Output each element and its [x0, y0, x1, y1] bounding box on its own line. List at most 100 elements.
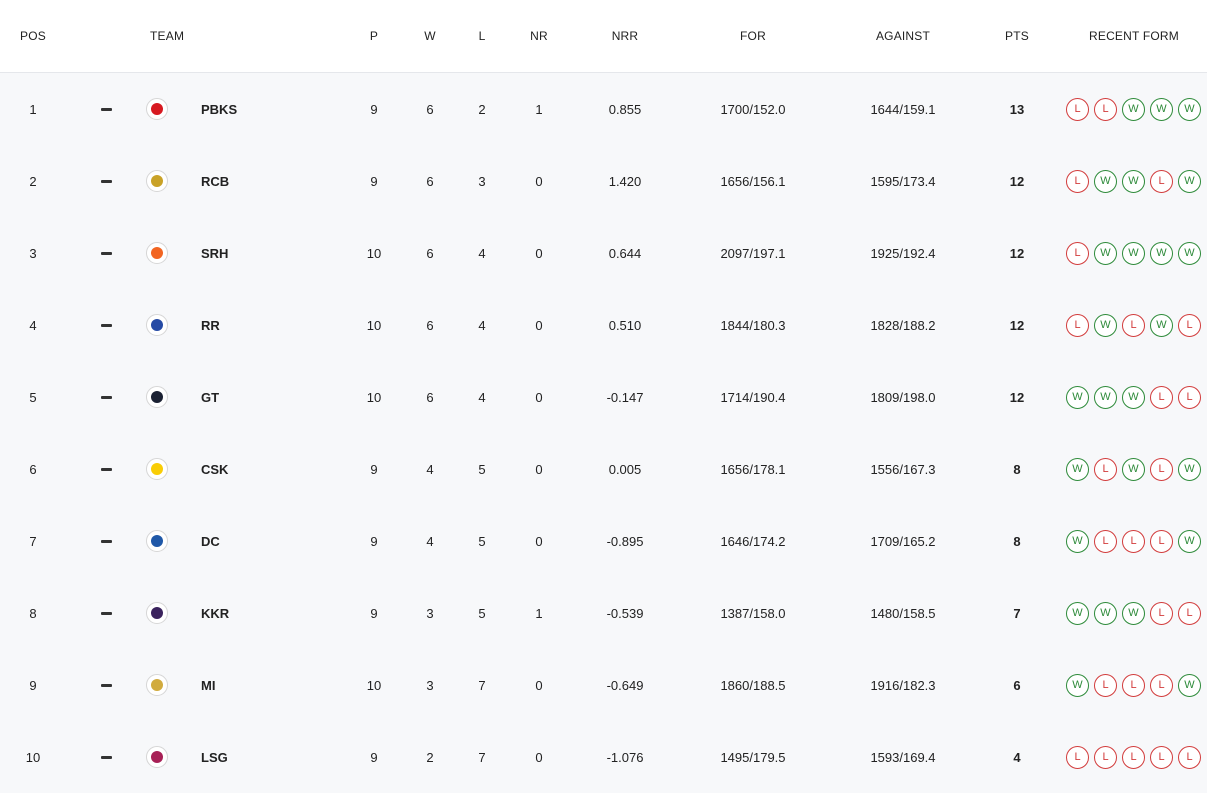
form-badge-loss[interactable]: L — [1150, 745, 1173, 769]
position-change-cell — [86, 217, 126, 289]
form-badge-win[interactable]: W — [1178, 529, 1201, 553]
form-badge-loss[interactable]: L — [1122, 673, 1145, 697]
form-badge-win[interactable]: W — [1066, 457, 1089, 481]
form-badge-loss[interactable]: L — [1066, 241, 1089, 265]
form-badge-loss[interactable]: L — [1094, 457, 1117, 481]
team-name-link[interactable]: LSG — [201, 721, 321, 793]
no-change-dash-icon — [100, 251, 112, 255]
form-badge-loss[interactable]: L — [1094, 97, 1117, 121]
form-badge-win[interactable]: W — [1122, 601, 1145, 625]
position-cell: 5 — [29, 389, 37, 405]
form-badge-win[interactable]: W — [1122, 385, 1145, 409]
form-badge-loss[interactable]: L — [1094, 529, 1117, 553]
points-cell: 7 — [1013, 605, 1021, 621]
table-row[interactable]: 2 RCB 9 6 3 0 1.420 1656/156.1 1595/173.4 12 L W W L W — [0, 145, 1207, 217]
form-badge-loss[interactable]: L — [1178, 385, 1201, 409]
team-name-link[interactable]: RR — [201, 289, 321, 361]
form-badge-loss[interactable]: L — [1066, 745, 1089, 769]
form-badge-win[interactable]: W — [1178, 241, 1201, 265]
form-badge-win[interactable]: W — [1122, 241, 1145, 265]
position-cell: 2 — [29, 173, 37, 189]
points-cell: 13 — [1009, 101, 1025, 117]
table-row[interactable]: 7 DC 9 4 5 0 -0.895 1646/174.2 1709/165.2 8 W L L L W — [0, 505, 1207, 577]
form-badge-loss[interactable]: L — [1122, 745, 1145, 769]
table-row[interactable]: 9 MI 10 3 7 0 -0.649 1860/188.5 1916/182.3 6 W L L L W — [0, 649, 1207, 721]
form-badge-loss[interactable]: L — [1066, 169, 1089, 193]
team-name-link[interactable]: CSK — [201, 433, 321, 505]
form-badge-loss[interactable]: L — [1150, 601, 1173, 625]
form-badge-loss[interactable]: L — [1150, 385, 1173, 409]
form-badge-win[interactable]: W — [1066, 673, 1089, 697]
form-badge-loss[interactable]: L — [1150, 673, 1173, 697]
form-badge-win[interactable]: W — [1094, 241, 1117, 265]
form-badge-loss[interactable]: L — [1150, 457, 1173, 481]
played-cell: 10 — [366, 677, 382, 693]
points-cell: 8 — [1013, 461, 1021, 477]
form-badge-win[interactable]: W — [1178, 97, 1201, 121]
for-cell: 1714/190.4 — [720, 389, 786, 405]
no-result-cell: 0 — [535, 245, 543, 261]
position-cell: 7 — [29, 533, 37, 549]
form-badge-loss[interactable]: L — [1150, 169, 1173, 193]
lost-cell: 2 — [478, 101, 486, 117]
header-lost: L — [478, 29, 486, 43]
team-name-link[interactable]: KKR — [201, 577, 321, 649]
form-badge-win[interactable]: W — [1178, 169, 1201, 193]
team-name-link[interactable]: MI — [201, 649, 321, 721]
played-cell: 9 — [370, 173, 378, 189]
team-logo-emblem — [151, 175, 163, 187]
position-change-cell — [86, 577, 126, 649]
table-row[interactable]: 3 SRH 10 6 4 0 0.644 2097/197.1 1925/192.4 12 L W W W… — [0, 217, 1207, 289]
team-logo-cell — [146, 433, 176, 505]
team-logo-cell — [146, 721, 176, 793]
table-row[interactable]: 4 RR 10 6 4 0 0.510 1844/180.3 1828/188.2 12 L W L W L — [0, 289, 1207, 361]
form-badge-loss[interactable]: L — [1178, 745, 1201, 769]
team-name-link[interactable]: PBKS — [201, 73, 321, 145]
form-badge-win[interactable]: W — [1094, 313, 1117, 337]
recent-form-cell: LWLWL — [1066, 289, 1207, 361]
table-row[interactable]: 6 CSK 9 4 5 0 0.005 1656/178.1 1556/167.3 8 W L W L W — [0, 433, 1207, 505]
form-badge-win[interactable]: W — [1122, 457, 1145, 481]
points-cell: 4 — [1013, 749, 1021, 765]
team-logo-cell — [146, 289, 176, 361]
form-badge-loss[interactable]: L — [1094, 745, 1117, 769]
team-logo-cell — [146, 577, 176, 649]
form-badge-loss[interactable]: L — [1178, 601, 1201, 625]
played-cell: 9 — [370, 605, 378, 621]
form-badge-loss[interactable]: L — [1066, 313, 1089, 337]
form-badge-loss[interactable]: L — [1094, 673, 1117, 697]
form-badge-win[interactable]: W — [1178, 673, 1201, 697]
team-logo-icon — [146, 746, 168, 768]
form-badge-loss[interactable]: L — [1122, 313, 1145, 337]
won-cell: 4 — [426, 461, 434, 477]
form-badge-loss[interactable]: L — [1122, 529, 1145, 553]
form-badge-win[interactable]: W — [1066, 529, 1089, 553]
team-logo-emblem — [151, 679, 163, 691]
lost-cell: 5 — [478, 605, 486, 621]
form-badge-win[interactable]: W — [1150, 313, 1173, 337]
team-name-link[interactable]: RCB — [201, 145, 321, 217]
form-badge-win[interactable]: W — [1122, 169, 1145, 193]
team-name-link[interactable]: DC — [201, 505, 321, 577]
form-badge-win[interactable]: W — [1094, 385, 1117, 409]
position-cell: 1 — [29, 101, 37, 117]
form-badge-loss[interactable]: L — [1066, 97, 1089, 121]
recent-form-cell: WLLLW — [1066, 505, 1207, 577]
form-badge-loss[interactable]: L — [1178, 313, 1201, 337]
form-badge-win[interactable]: W — [1066, 385, 1089, 409]
team-name-link[interactable]: GT — [201, 361, 321, 433]
form-badge-win[interactable]: W — [1178, 457, 1201, 481]
form-badge-win[interactable]: W — [1150, 97, 1173, 121]
team-name-link[interactable]: SRH — [201, 217, 321, 289]
table-row[interactable]: 1 PBKS 9 6 2 1 0.855 1700/152.0 1644/159.1 13 L L W W… — [0, 73, 1207, 145]
form-badge-win[interactable]: W — [1122, 97, 1145, 121]
form-badge-win[interactable]: W — [1094, 169, 1117, 193]
team-logo-emblem — [151, 535, 163, 547]
form-badge-win[interactable]: W — [1094, 601, 1117, 625]
form-badge-loss[interactable]: L — [1150, 529, 1173, 553]
table-row[interactable]: 10 LSG 9 2 7 0 -1.076 1495/179.5 1593/169.4 4 L L L L… — [0, 721, 1207, 793]
table-row[interactable]: 5 GT 10 6 4 0 -0.147 1714/190.4 1809/198.0 12 W W W L… — [0, 361, 1207, 433]
table-row[interactable]: 8 KKR 9 3 5 1 -0.539 1387/158.0 1480/158.5 7 W W W L L — [0, 577, 1207, 649]
form-badge-win[interactable]: W — [1066, 601, 1089, 625]
form-badge-win[interactable]: W — [1150, 241, 1173, 265]
